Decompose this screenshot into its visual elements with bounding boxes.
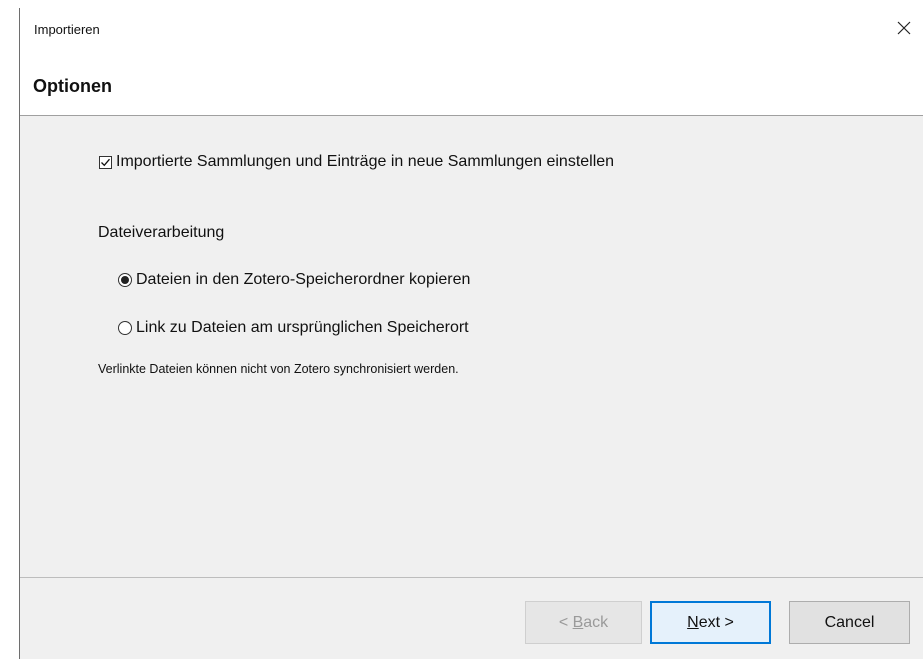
radio-copy-files[interactable] xyxy=(118,273,132,287)
radio-copy-label: Dateien in den Zotero-Speicherordner kop… xyxy=(136,271,471,288)
checkmark-icon xyxy=(101,158,110,166)
title-bar: Importieren xyxy=(20,8,923,48)
footer-divider xyxy=(20,577,923,578)
next-button-rest: ext > xyxy=(698,613,734,631)
next-button-accel: N xyxy=(687,613,699,631)
radio-link-label: Link zu Dateien am ursprünglichen Speich… xyxy=(136,319,469,336)
cancel-button[interactable]: Cancel xyxy=(789,601,910,644)
page-title: Optionen xyxy=(33,76,112,96)
radio-dot-icon xyxy=(121,276,129,284)
linked-files-note: Verlinkte Dateien können nicht von Zoter… xyxy=(98,362,459,376)
wizard-header: Optionen xyxy=(20,48,923,116)
radio-link-row[interactable]: Link zu Dateien am ursprünglichen Speich… xyxy=(118,319,469,337)
cancel-button-label: Cancel xyxy=(824,613,875,631)
radio-copy-row[interactable]: Dateien in den Zotero-Speicherordner kop… xyxy=(118,271,470,289)
window-title: Importieren xyxy=(34,22,100,37)
options-panel: Importierte Sammlungen und Einträge in n… xyxy=(20,116,923,577)
import-dialog: Importieren Optionen Importierte Sammlun… xyxy=(19,8,923,659)
radio-link-files[interactable] xyxy=(118,321,132,335)
close-icon xyxy=(897,21,911,35)
close-button[interactable] xyxy=(885,8,923,48)
collections-checkbox-row[interactable]: Importierte Sammlungen und Einträge in n… xyxy=(99,153,614,171)
collections-checkbox[interactable] xyxy=(99,155,112,169)
back-button-prefix: < xyxy=(558,613,573,631)
back-button-rest: ack xyxy=(583,613,609,631)
back-button-accel: B xyxy=(572,613,584,631)
file-handling-label: Dateiverarbeitung xyxy=(98,224,225,241)
next-button[interactable]: Next > xyxy=(650,601,771,644)
back-button[interactable]: < Back xyxy=(525,601,642,644)
collections-checkbox-label: Importierte Sammlungen und Einträge in n… xyxy=(116,153,615,170)
